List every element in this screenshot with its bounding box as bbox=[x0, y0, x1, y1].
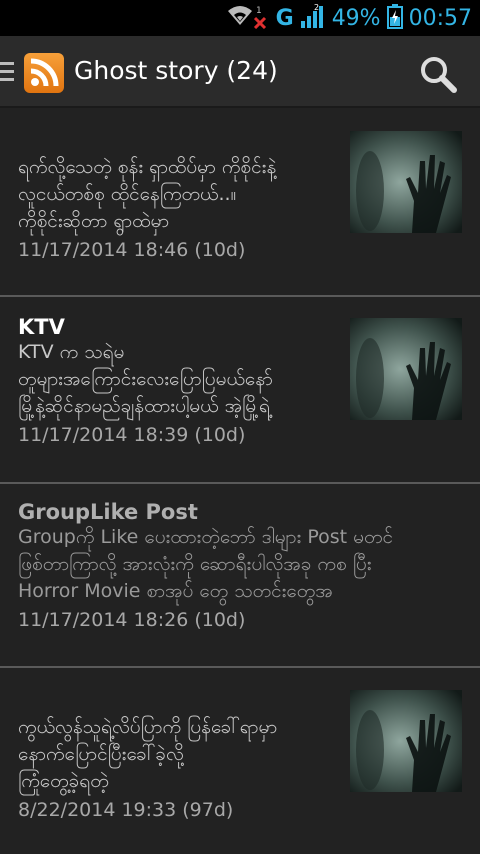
feed-item-date: 11/17/2014 18:46 (10d) bbox=[18, 239, 246, 261]
feed-item-thumbnail bbox=[350, 690, 462, 792]
feed-item-date: 8/22/2014 19:33 (97d) bbox=[18, 799, 234, 821]
feed-item-date: 11/17/2014 18:26 (10d) bbox=[18, 609, 246, 631]
feed-item[interactable]: KTV KTV က သရဲမ တူများအကြောင်းလေးပြောပြမယ… bbox=[0, 297, 480, 484]
battery-percentage: 49% bbox=[331, 5, 381, 31]
feed-item-description: ကွယ်လွန်သူရဲ့လိပ်ပြာကို ပြန်ခေါ်ရာမှာ နေ… bbox=[18, 716, 278, 792]
feed-item-thumbnail bbox=[350, 318, 462, 420]
feed-item-description: ရက်လို့သေတဲ့ စုန်း ရှာထိပ်မှာ ကိုစိုင်းန… bbox=[18, 156, 277, 232]
feed-item-description: Groupကို Like ပေးထားတဲ့ဘော် ဒါများ Post … bbox=[18, 526, 394, 602]
feed-item-date: 11/17/2014 18:39 (10d) bbox=[18, 424, 246, 446]
network-type-label: G bbox=[275, 5, 294, 31]
rss-feed-icon[interactable] bbox=[24, 53, 64, 93]
hamburger-icon[interactable] bbox=[0, 62, 14, 84]
search-icon bbox=[421, 57, 457, 93]
feed-item[interactable]: ရက်လို့သေတဲ့ စုန်း ရှာထိပ်မှာ ကိုစိုင်းန… bbox=[0, 110, 480, 297]
svg-text:1: 1 bbox=[256, 6, 262, 16]
page-title: Ghost story (24) bbox=[74, 56, 278, 85]
search-button[interactable] bbox=[418, 54, 458, 94]
feed-item-thumbnail bbox=[350, 131, 462, 233]
feed-item[interactable]: GroupLike Post Groupကို Like ပေးထားတဲ့ဘေ… bbox=[0, 484, 480, 668]
wifi-off-icon: 1 bbox=[226, 3, 270, 33]
feed-item-description: KTV က သရဲမ တူများအကြောင်းလေးပြောပြမယ်နော… bbox=[18, 341, 273, 417]
status-bar: 1 G 2 49% 00:57 bbox=[0, 0, 480, 36]
feed-item-title: GroupLike Post bbox=[18, 500, 198, 524]
battery-icon bbox=[386, 3, 403, 33]
clock: 00:57 bbox=[408, 5, 472, 31]
signal-icon: 2 bbox=[300, 3, 326, 33]
feed-item[interactable]: ကွယ်လွန်သူရဲ့လိပ်ပြာကို ပြန်ခေါ်ရာမှာ နေ… bbox=[0, 668, 480, 854]
action-bar: Ghost story (24) bbox=[0, 36, 480, 108]
feed-item-title: KTV bbox=[18, 315, 65, 339]
svg-text:2: 2 bbox=[314, 3, 319, 12]
